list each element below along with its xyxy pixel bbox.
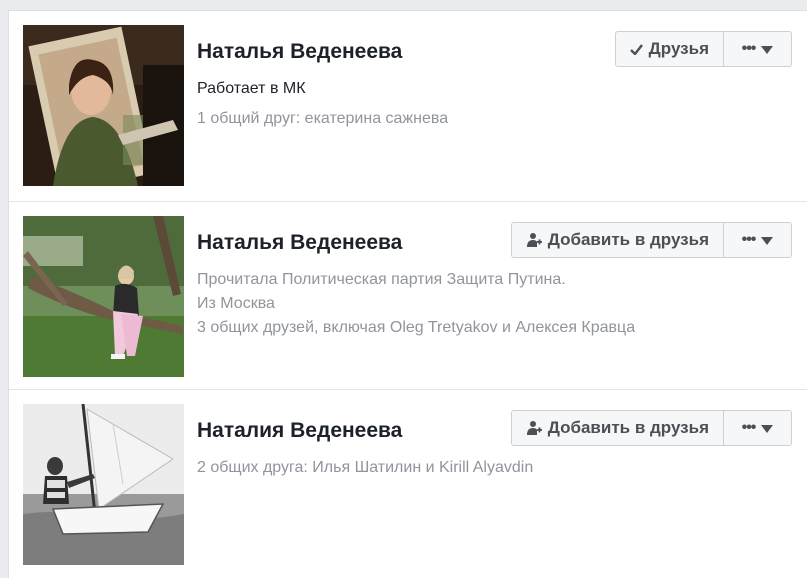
chevron-down-icon — [761, 230, 774, 250]
friends-button[interactable]: Друзья — [614, 31, 724, 67]
friend-search-results: Наталья Веденеева Работает в МК 1 общий … — [0, 0, 807, 578]
more-dots-icon: ••• — [741, 40, 757, 57]
person-name[interactable]: Наталия Веденеева — [197, 418, 548, 444]
add-friend-button-label: Добавить в друзья — [547, 418, 709, 437]
person-name[interactable]: Наталья Веденеева — [197, 39, 548, 65]
friend-actions: Друзья ••• — [614, 31, 792, 67]
check-icon — [629, 43, 643, 55]
person-detail: Работает в МК — [197, 80, 306, 97]
add-friend-button-label: Добавить в друзья — [547, 230, 709, 249]
add-friend-button[interactable]: Добавить в друзья — [510, 410, 724, 446]
person-info: Наталья Веденеева Прочитала Политическая… — [197, 230, 635, 340]
friends-button-label: Друзья — [648, 39, 709, 58]
friend-actions: Добавить в друзья ••• — [510, 222, 792, 258]
mutual-friends[interactable]: 3 общих друзей, включая Oleg Tretyakov и… — [197, 316, 635, 340]
profile-photo[interactable] — [23, 25, 184, 186]
person-info: Наталья Веденеева Работает в МК 1 общий … — [197, 39, 548, 131]
mutual-friends[interactable]: 2 общих друга: Илья Шатилин и Kirill Aly… — [197, 456, 548, 480]
add-friend-button[interactable]: Добавить в друзья — [510, 222, 724, 258]
more-options-button[interactable]: ••• — [724, 222, 792, 258]
person-info: Наталия Веденеева 2 общих друга: Илья Ша… — [197, 418, 548, 480]
more-options-button[interactable]: ••• — [724, 410, 792, 446]
result-row: Наталия Веденеева 2 общих друга: Илья Ша… — [9, 389, 807, 578]
result-row: Наталья Веденеева Работает в МК 1 общий … — [9, 11, 807, 201]
profile-photo[interactable] — [23, 216, 184, 377]
mutual-friends[interactable]: 1 общий друг: екатерина сажнева — [197, 107, 548, 131]
woman-sitting-on-tree-photo — [23, 216, 184, 377]
person-name[interactable]: Наталья Веденеева — [197, 230, 548, 256]
person-detail: Из Москва — [197, 295, 275, 312]
friend-actions: Добавить в друзья ••• — [510, 410, 792, 446]
more-dots-icon: ••• — [741, 419, 757, 436]
add-friend-icon — [526, 232, 542, 248]
woman-with-portrait-photo — [23, 25, 184, 186]
result-row: Наталья Веденеева Прочитала Политическая… — [9, 201, 807, 389]
sailing-boat-photo — [23, 404, 184, 565]
more-options-button[interactable]: ••• — [724, 31, 792, 67]
more-dots-icon: ••• — [741, 231, 757, 248]
chevron-down-icon — [761, 418, 774, 438]
chevron-down-icon — [761, 39, 774, 59]
add-friend-icon — [526, 420, 542, 436]
person-detail: Прочитала Политическая партия Защита Пут… — [197, 271, 566, 288]
profile-photo[interactable] — [23, 404, 184, 565]
results-card: Наталья Веденеева Работает в МК 1 общий … — [8, 10, 807, 578]
